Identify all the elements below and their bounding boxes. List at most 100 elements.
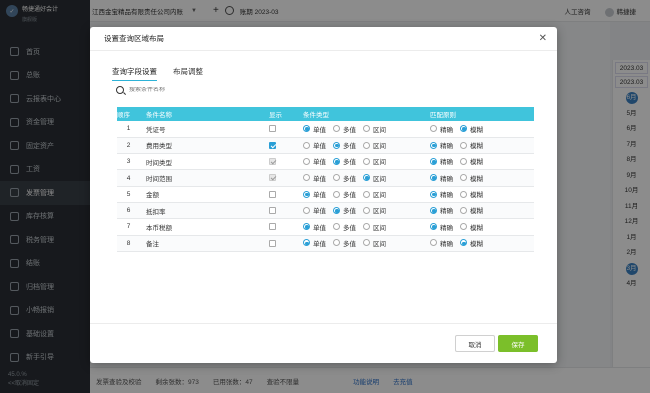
radio-icon[interactable] bbox=[303, 190, 310, 198]
radio-icon[interactable] bbox=[303, 125, 310, 133]
radio-icon[interactable] bbox=[333, 223, 340, 231]
radio-icon[interactable] bbox=[430, 206, 437, 214]
type-radio-option[interactable]: 单值 bbox=[303, 222, 326, 232]
radio-icon[interactable] bbox=[430, 239, 437, 247]
row-match-cell: 精确 模糊 bbox=[424, 202, 534, 220]
radio-icon[interactable] bbox=[303, 206, 310, 214]
radio-icon[interactable] bbox=[460, 157, 467, 165]
row-match-cell: 精确 模糊 bbox=[424, 235, 534, 252]
tab-query-fields[interactable]: 查询字段设置 bbox=[112, 66, 157, 81]
match-radio-option[interactable]: 模糊 bbox=[460, 205, 483, 215]
radio-icon[interactable] bbox=[430, 141, 437, 149]
type-radio-option[interactable]: 多值 bbox=[333, 124, 356, 134]
radio-icon[interactable] bbox=[430, 157, 437, 165]
radio-icon[interactable] bbox=[333, 125, 340, 133]
radio-icon[interactable] bbox=[430, 223, 437, 231]
match-radio-option[interactable]: 模糊 bbox=[460, 238, 483, 248]
radio-icon[interactable] bbox=[363, 223, 370, 231]
radio-icon[interactable] bbox=[333, 190, 340, 198]
search-bar bbox=[116, 84, 316, 96]
radio-icon[interactable] bbox=[303, 157, 310, 165]
type-radio-option[interactable]: 区间 bbox=[363, 140, 386, 150]
type-radio-option[interactable]: 多值 bbox=[333, 222, 356, 232]
match-radio-option[interactable]: 模糊 bbox=[460, 140, 483, 150]
type-radio-option[interactable]: 多值 bbox=[333, 140, 356, 150]
radio-icon[interactable] bbox=[303, 223, 310, 231]
match-radio-option[interactable]: 精确 bbox=[430, 140, 453, 150]
radio-icon[interactable] bbox=[303, 141, 310, 149]
save-button[interactable]: 保存 bbox=[498, 335, 538, 352]
type-radio-option[interactable]: 区间 bbox=[363, 222, 386, 232]
radio-icon[interactable] bbox=[333, 141, 340, 149]
type-radio-option[interactable]: 单值 bbox=[303, 189, 326, 199]
cancel-button[interactable]: 取消 bbox=[455, 335, 495, 352]
radio-icon[interactable] bbox=[430, 190, 437, 198]
match-radio-option[interactable]: 精确 bbox=[430, 238, 453, 248]
radio-icon[interactable] bbox=[363, 141, 370, 149]
type-radio-option[interactable]: 多值 bbox=[333, 173, 356, 183]
type-radio-option[interactable]: 单值 bbox=[303, 173, 326, 183]
match-radio-option[interactable]: 精确 bbox=[430, 173, 453, 183]
match-radio-option[interactable]: 精确 bbox=[430, 205, 453, 215]
radio-icon[interactable] bbox=[363, 174, 370, 182]
type-radio-option[interactable]: 区间 bbox=[363, 189, 386, 199]
radio-icon[interactable] bbox=[363, 157, 370, 165]
radio-icon[interactable] bbox=[333, 206, 340, 214]
match-radio-option[interactable]: 精确 bbox=[430, 124, 453, 134]
match-radio-option[interactable]: 模糊 bbox=[460, 189, 483, 199]
match-radio-option[interactable]: 精确 bbox=[430, 222, 453, 232]
row-show-cell bbox=[263, 121, 297, 138]
type-radio-option[interactable]: 多值 bbox=[333, 238, 356, 248]
match-radio-option[interactable]: 精确 bbox=[430, 156, 453, 166]
radio-icon[interactable] bbox=[460, 206, 467, 214]
show-checkbox[interactable] bbox=[269, 207, 276, 215]
search-input[interactable] bbox=[129, 87, 279, 93]
type-radio-option[interactable]: 单值 bbox=[303, 140, 326, 150]
search-icon bbox=[116, 86, 124, 94]
radio-icon[interactable] bbox=[460, 239, 467, 247]
match-radio-option[interactable]: 模糊 bbox=[460, 222, 483, 232]
radio-icon[interactable] bbox=[460, 174, 467, 182]
type-radio-option[interactable]: 区间 bbox=[363, 205, 386, 215]
radio-icon[interactable] bbox=[363, 239, 370, 247]
radio-icon[interactable] bbox=[460, 223, 467, 231]
radio-icon[interactable] bbox=[333, 157, 340, 165]
tab-layout-adjust[interactable]: 布局调整 bbox=[173, 66, 203, 81]
type-radio-option[interactable]: 区间 bbox=[363, 173, 386, 183]
type-radio-option[interactable]: 多值 bbox=[333, 156, 356, 166]
match-radio-option[interactable]: 精确 bbox=[430, 189, 453, 199]
type-radio-option[interactable]: 区间 bbox=[363, 238, 386, 248]
show-checkbox[interactable] bbox=[269, 141, 276, 149]
type-radio-option[interactable]: 区间 bbox=[363, 156, 386, 166]
match-radio-option[interactable]: 模糊 bbox=[460, 156, 483, 166]
radio-icon[interactable] bbox=[363, 125, 370, 133]
show-checkbox[interactable] bbox=[269, 125, 276, 133]
radio-label: 区间 bbox=[373, 159, 386, 167]
show-checkbox[interactable] bbox=[269, 239, 276, 247]
row-type-cell: 单值 多值 区间 bbox=[297, 137, 424, 155]
type-radio-option[interactable]: 区间 bbox=[363, 124, 386, 134]
radio-icon[interactable] bbox=[430, 174, 437, 182]
type-radio-option[interactable]: 单值 bbox=[303, 238, 326, 248]
type-radio-option[interactable]: 单值 bbox=[303, 156, 326, 166]
radio-icon[interactable] bbox=[333, 239, 340, 247]
radio-icon[interactable] bbox=[460, 190, 467, 198]
show-checkbox[interactable] bbox=[269, 223, 276, 231]
radio-icon[interactable] bbox=[460, 141, 467, 149]
type-radio-option[interactable]: 多值 bbox=[333, 189, 356, 199]
match-radio-option[interactable]: 模糊 bbox=[460, 173, 483, 183]
col-show: 显示 bbox=[263, 107, 297, 121]
type-radio-option[interactable]: 单值 bbox=[303, 124, 326, 134]
radio-icon[interactable] bbox=[363, 206, 370, 214]
radio-icon[interactable] bbox=[363, 190, 370, 198]
radio-icon[interactable] bbox=[303, 174, 310, 182]
close-icon[interactable]: ✕ bbox=[539, 33, 547, 44]
type-radio-option[interactable]: 单值 bbox=[303, 205, 326, 215]
radio-icon[interactable] bbox=[333, 174, 340, 182]
show-checkbox[interactable] bbox=[269, 190, 276, 198]
type-radio-option[interactable]: 多值 bbox=[333, 205, 356, 215]
radio-icon[interactable] bbox=[303, 239, 310, 247]
radio-icon[interactable] bbox=[430, 125, 437, 133]
match-radio-option[interactable]: 模糊 bbox=[460, 124, 483, 134]
radio-icon[interactable] bbox=[460, 125, 467, 133]
